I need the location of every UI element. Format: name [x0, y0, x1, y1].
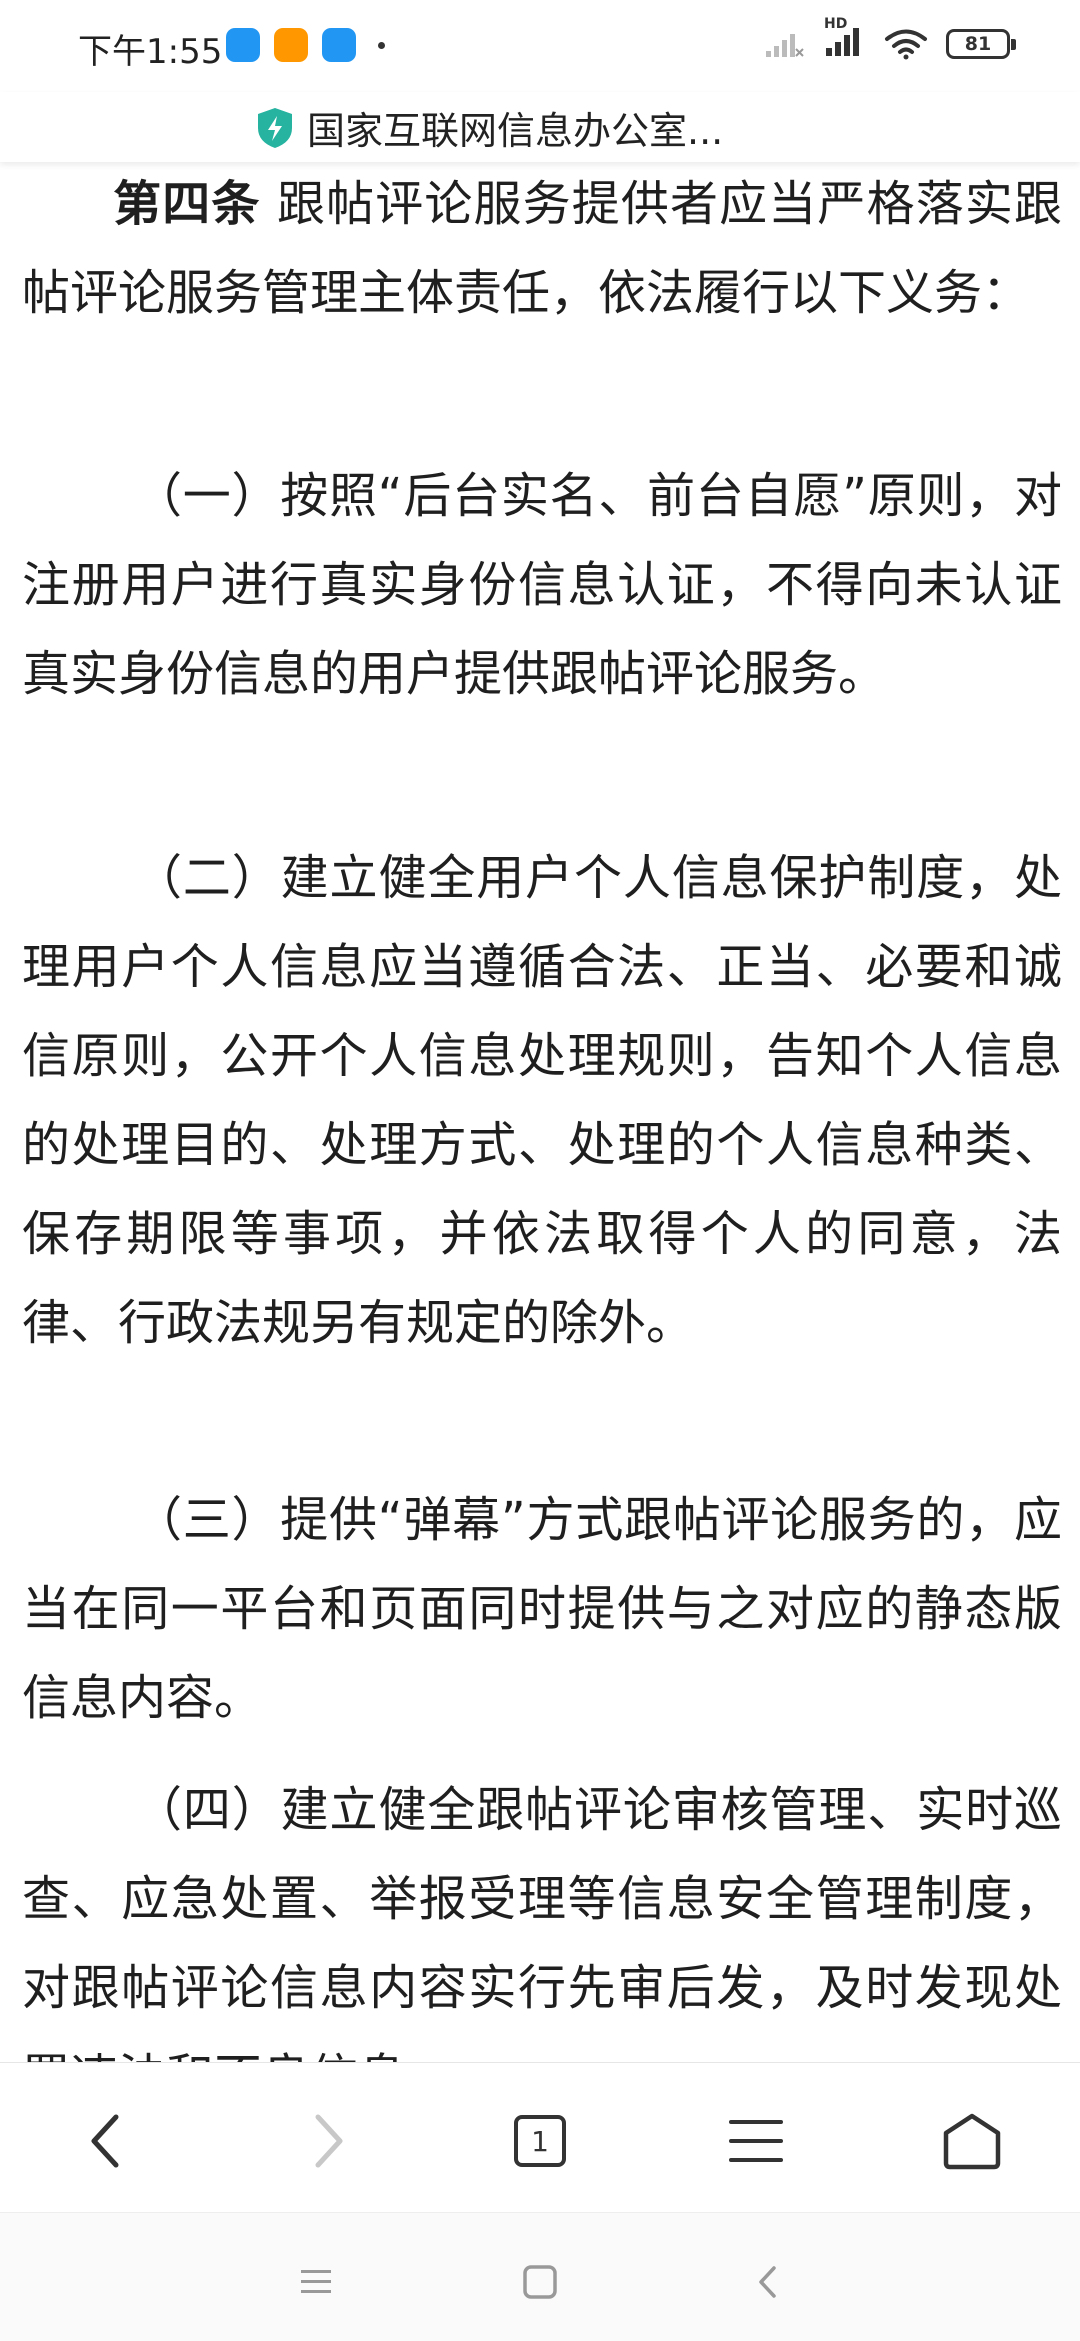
- notification-icons: [226, 28, 385, 62]
- forward-button[interactable]: [288, 2101, 368, 2181]
- article-4-paragraph: 第四条 跟帖评论服务提供者应当严格落实跟帖评论服务管理主体责任，依法履行以下义务…: [22, 162, 1062, 338]
- battery-level: 81: [964, 33, 992, 55]
- more-notifications-dot: [378, 41, 385, 49]
- tabs-icon: 1: [514, 2115, 566, 2167]
- notification-app-icon: [274, 28, 308, 62]
- address-bar-content: 国家互联网信息办公室...: [255, 100, 723, 155]
- item-3-paragraph: （三）提供“弹幕”方式跟帖评论服务的，应当在同一平台和页面同时提供与之对应的静态…: [22, 1492, 1062, 1726]
- chevron-left-icon: [91, 2114, 119, 2168]
- hamburger-menu-icon: [729, 2120, 783, 2162]
- tab-count: 1: [531, 2124, 549, 2158]
- chevron-right-icon: [315, 2114, 343, 2168]
- menu-button[interactable]: [716, 2101, 796, 2181]
- recent-apps-button[interactable]: [286, 2257, 346, 2307]
- system-home-button[interactable]: [510, 2257, 570, 2307]
- article-4-heading: 第四条: [112, 176, 261, 232]
- status-bar: 下午1:55 HD 81: [0, 0, 1080, 92]
- item-2-paragraph: （二）建立健全用户个人信息保护制度，处理用户个人信息应当遵循合法、正当、必要和诚…: [22, 850, 1062, 1351]
- home-icon: [943, 2113, 1001, 2170]
- notification-app-icon: [322, 28, 356, 62]
- home-button[interactable]: [932, 2101, 1012, 2181]
- back-arrow-icon: [759, 2266, 776, 2298]
- system-back-button[interactable]: [738, 2257, 798, 2307]
- shield-security-icon: [258, 107, 292, 148]
- square-home-icon: [523, 2265, 557, 2299]
- page-title: 国家互联网信息办公室...: [307, 109, 724, 153]
- item-1-paragraph: （一）按照“后台实名、前台自愿”原则，对注册用户进行真实身份信息认证，不得向未认…: [22, 468, 1062, 702]
- network-type-label: HD: [824, 16, 848, 32]
- browser-toolbar: 1: [0, 2062, 1080, 2213]
- address-bar[interactable]: 国家互联网信息办公室...: [0, 92, 1080, 162]
- signal-sim2-icon: [766, 34, 804, 57]
- signal-sim1-wrapper: HD: [822, 16, 866, 62]
- item-4-paragraph: （四）建立健全跟帖评论审核管理、实时巡查、应急处置、举报受理等信息安全管理制度，…: [22, 1782, 1062, 2062]
- article-content: 第四条 跟帖评论服务提供者应当严格落实跟帖评论服务管理主体责任，依法履行以下义务…: [0, 162, 1080, 2062]
- system-navigation-bar: [0, 2212, 1080, 2341]
- status-time: 下午1:55: [78, 32, 223, 72]
- wifi-icon: [885, 29, 927, 60]
- back-button[interactable]: [66, 2101, 146, 2181]
- tabs-button[interactable]: 1: [500, 2101, 580, 2181]
- status-indicators: HD 81: [764, 16, 1016, 62]
- battery-indicator: 81: [946, 29, 1016, 59]
- recent-apps-icon: [301, 2270, 331, 2293]
- notification-app-icon: [226, 28, 260, 62]
